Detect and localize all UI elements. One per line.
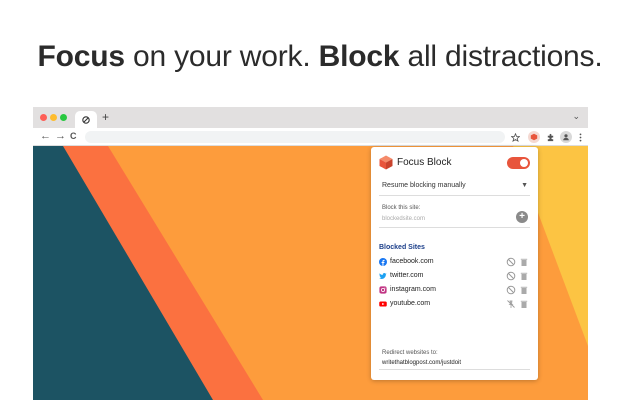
globe-icon	[82, 115, 90, 124]
list-item: twitter.com	[379, 271, 530, 283]
blocked-site-name: instagram.com	[390, 286, 436, 293]
trash-icon[interactable]	[519, 299, 529, 309]
redirect-field[interactable]: Redirect websites to: writethatblogpost.…	[379, 350, 530, 370]
add-site-button[interactable]: +	[516, 211, 528, 223]
chevron-down-icon: ▼	[521, 182, 528, 189]
kebab-menu-icon[interactable]	[574, 131, 586, 143]
trash-icon[interactable]	[519, 271, 529, 281]
pin-off-icon[interactable]	[506, 299, 516, 309]
block-site-label: Block this site:	[382, 205, 421, 211]
close-window-button[interactable]	[40, 114, 47, 121]
redirect-label: Redirect websites to:	[382, 350, 438, 356]
instagram-icon	[379, 286, 387, 294]
resume-mode-value: Resume blocking manually	[382, 182, 466, 189]
focus-block-popup: Focus Block Resume blocking manually ▼ B…	[371, 147, 538, 380]
focus-block-extension-icon[interactable]	[528, 131, 540, 143]
puzzle-icon[interactable]	[544, 131, 556, 143]
tab-bar: + ⌄	[33, 107, 588, 128]
headline-block: Block	[318, 40, 400, 73]
trash-icon[interactable]	[519, 257, 529, 267]
headline-end: all distractions.	[399, 40, 603, 73]
blocked-site-name: facebook.com	[390, 258, 434, 265]
minimize-window-button[interactable]	[50, 114, 57, 121]
popup-title: Focus Block	[397, 157, 452, 168]
youtube-icon	[379, 301, 387, 307]
chevron-down-icon[interactable]: ⌄	[572, 111, 580, 122]
redirect-value: writethatblogpost.com/justdoit	[382, 360, 462, 366]
headline-mid: on your work.	[124, 40, 319, 73]
star-icon[interactable]	[509, 131, 521, 143]
resume-mode-select[interactable]: Resume blocking manually ▼	[379, 180, 530, 196]
block-site-placeholder: blockedsite.com	[382, 216, 426, 222]
block-circle-icon[interactable]	[506, 285, 516, 295]
address-bar[interactable]	[85, 131, 505, 143]
list-item: youtube.com	[379, 299, 530, 311]
twitter-icon	[379, 273, 387, 280]
list-item: instagram.com	[379, 285, 530, 297]
back-button[interactable]: ←	[40, 130, 51, 143]
headline: Focus on your work. Block all distractio…	[0, 40, 640, 74]
browser-tab[interactable]	[75, 111, 97, 128]
headline-focus: Focus	[37, 40, 126, 73]
focus-block-logo-icon	[379, 155, 393, 170]
blocked-sites-heading: Blocked Sites	[379, 244, 425, 251]
block-circle-icon[interactable]	[506, 257, 516, 267]
blocked-site-name: youtube.com	[390, 300, 431, 307]
block-circle-icon[interactable]	[506, 271, 516, 281]
block-site-field[interactable]: Block this site: blockedsite.com +	[379, 203, 530, 228]
new-tab-button[interactable]: +	[102, 110, 109, 124]
list-item: facebook.com	[379, 257, 530, 269]
facebook-icon	[379, 258, 387, 266]
trash-icon[interactable]	[519, 285, 529, 295]
reload-button[interactable]: C	[70, 130, 77, 143]
maximize-window-button[interactable]	[60, 114, 67, 121]
blocking-toggle[interactable]	[507, 157, 530, 169]
forward-button[interactable]: →	[55, 130, 66, 143]
popup-header: Focus Block	[379, 155, 530, 171]
profile-avatar-icon[interactable]	[560, 131, 572, 143]
blocked-site-name: twitter.com	[390, 272, 424, 279]
browser-toolbar: ← → C	[33, 128, 588, 146]
